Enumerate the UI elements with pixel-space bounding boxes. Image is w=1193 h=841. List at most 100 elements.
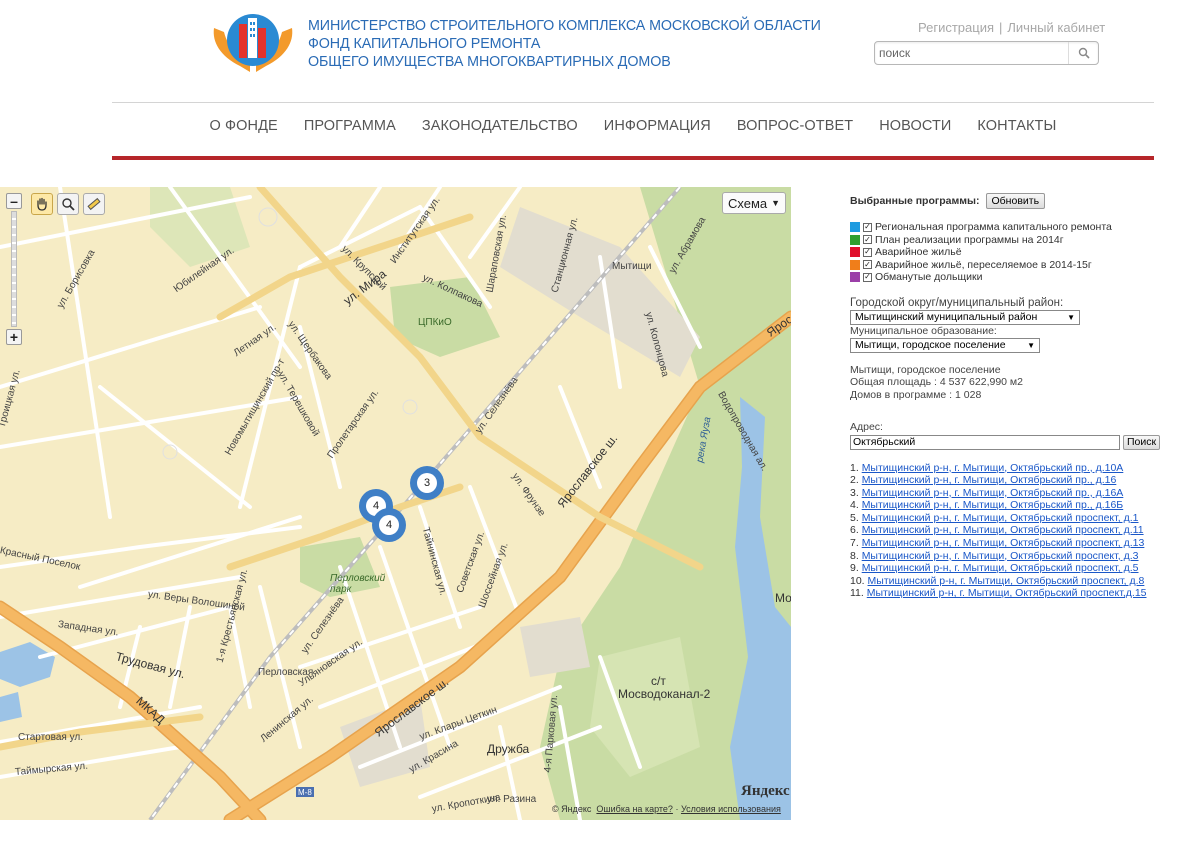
chevron-down-icon: ▼: [1067, 312, 1075, 322]
address-search-row: Поиск: [850, 434, 1170, 450]
result-num: 5.: [850, 511, 859, 524]
result-num: 10.: [850, 574, 865, 587]
program-checkbox[interactable]: ✓: [863, 247, 872, 257]
result-link[interactable]: Мытищинский р-н, г. Мытищи, Октябрьский …: [862, 487, 1124, 499]
nav-item-faq[interactable]: ВОПРОС-ОТВЕТ: [724, 118, 866, 134]
municipality-select[interactable]: Мытищи, городское поселение ▼: [850, 337, 1040, 353]
label-perlovsky-park: Перловский парк: [330, 573, 386, 595]
program-row[interactable]: ✓ Обманутые дольщики: [850, 271, 1170, 284]
nav-item-legislation[interactable]: ЗАКОНОДАТЕЛЬСТВО: [409, 118, 591, 134]
result-num: 6.: [850, 524, 859, 537]
link-separator: |: [999, 20, 1003, 35]
org-title-line-1: МИНИСТЕРСТВО СТРОИТЕЛЬНОГО КОМПЛЕКСА МОС…: [308, 18, 821, 34]
map[interactable]: ул. Мира Ярославское ш. Ярославское ш. Я…: [0, 187, 791, 820]
info-name: Мытищи, городское поселение: [850, 363, 1001, 376]
program-checkbox[interactable]: ✓: [863, 272, 872, 282]
map-cluster[interactable]: 4: [372, 508, 406, 542]
yandex-logo-text: Яндекс: [741, 783, 790, 799]
program-row[interactable]: ✓ План реализации программы на 2014г: [850, 234, 1170, 247]
result-link[interactable]: Мытищинский р-н, г. Мытищи, Октябрьский …: [862, 474, 1117, 486]
hand-tool-button[interactable]: [31, 193, 53, 215]
result-link[interactable]: Мытищинский р-н, г. Мытищи, Октябрьский …: [862, 499, 1124, 511]
main-nav: О ФОНДЕ ПРОГРАММА ЗАКОНОДАТЕЛЬСТВО ИНФОР…: [112, 118, 1154, 134]
refresh-button[interactable]: Обновить: [985, 193, 1046, 209]
zoom-area-icon: [62, 198, 75, 211]
nav-item-information[interactable]: ИНФОРМАЦИЯ: [591, 118, 724, 134]
result-item: 3. Мытищинский р-н, г. Мытищи, Октябрьск…: [850, 487, 1170, 500]
ruler-tool-button[interactable]: [83, 193, 105, 215]
program-checkbox[interactable]: ✓: [863, 235, 872, 245]
nav-item-news[interactable]: НОВОСТИ: [866, 118, 964, 134]
result-item: 4. Мытищинский р-н, г. Мытищи, Октябрьск…: [850, 499, 1170, 512]
result-num: 2.: [850, 474, 859, 487]
magnifier-tool-button[interactable]: [57, 193, 79, 215]
search-button[interactable]: [1068, 42, 1098, 64]
address-search-button[interactable]: Поиск: [1123, 434, 1161, 450]
zoom-slider[interactable]: [11, 211, 17, 327]
map-error-link[interactable]: Ошибка на карте?: [596, 804, 673, 814]
municipality-info: Мытищи, городское поселение Общая площад…: [850, 364, 1170, 402]
filter-panel: Выбранные программы: Обновить ✓ Региональ…: [850, 193, 1170, 600]
result-item: 5. Мытищинский р-н, г. Мытищи, Октябрьск…: [850, 512, 1170, 525]
info-houses: Домов в программе : 1 028: [850, 388, 982, 401]
program-label: Обманутые дольщики: [875, 271, 983, 284]
result-link[interactable]: Мытищинский р-н, г. Мытищи, Октябрьский …: [867, 587, 1147, 599]
cluster-count: 4: [379, 515, 399, 535]
org-title[interactable]: МИНИСТЕРСТВО СТРОИТЕЛЬНОГО КОМПЛЕКСА МОС…: [308, 17, 821, 71]
nav-red-bar: [112, 156, 1154, 160]
result-num: 11.: [850, 587, 864, 600]
label-mytishchi-station: Мытищи: [612, 261, 652, 272]
program-label: Аварийное жильё, переселяемое в 2014-15г: [875, 258, 1092, 271]
address-label: Адрес:: [850, 421, 883, 433]
result-item: 7. Мытищинский р-н, г. Мытищи, Октябрьск…: [850, 537, 1170, 550]
map-type-label: Схема: [727, 195, 768, 211]
register-link[interactable]: Регистрация: [918, 20, 994, 35]
result-link[interactable]: Мытищинский р-н, г. Мытищи, Октябрьский …: [862, 550, 1139, 562]
chevron-down-icon: ▼: [771, 198, 781, 208]
program-row[interactable]: ✓ Региональная программа капитального рем…: [850, 221, 1170, 234]
result-num: 1.: [850, 461, 859, 474]
program-label: План реализации программы на 2014г: [875, 233, 1064, 246]
hands-house-logo-icon[interactable]: [210, 10, 296, 74]
nav-item-program[interactable]: ПРОГРАММА: [291, 118, 409, 134]
program-row[interactable]: ✓ Аварийное жильё: [850, 246, 1170, 259]
search-results: 1. Мытищинский р-н, г. Мытищи, Октябрьск…: [850, 462, 1170, 601]
result-link[interactable]: Мытищинский р-н, г. Мытищи, Октябрьский …: [862, 537, 1145, 549]
program-row[interactable]: ✓ Аварийное жильё, переселяемое в 2014-15…: [850, 259, 1170, 272]
programs-legend: ✓ Региональная программа капитального рем…: [850, 221, 1170, 284]
map-type-select[interactable]: Схема ▼: [722, 192, 786, 214]
search-input[interactable]: [879, 44, 1064, 62]
result-item: 1. Мытищинский р-н, г. Мытищи, Октябрьск…: [850, 462, 1170, 475]
result-link[interactable]: Мытищинский р-н, г. Мытищи, Октябрьский …: [862, 562, 1139, 574]
result-link[interactable]: Мытищинский р-н, г. Мытищи, Октябрьский …: [862, 462, 1124, 474]
result-num: 7.: [850, 537, 859, 550]
district-select[interactable]: Мытищинский муниципальный район ▼: [850, 309, 1080, 325]
result-link[interactable]: Мытищинский р-н, г. Мытищи, Октябрьский …: [868, 575, 1145, 587]
header-divider: [112, 102, 1154, 103]
result-link[interactable]: Мытищинский р-н, г. Мытищи, Октябрьский …: [862, 524, 1144, 536]
programs-header: Выбранные программы: Обновить: [850, 193, 1170, 209]
address-input[interactable]: [850, 434, 1120, 450]
program-checkbox[interactable]: ✓: [863, 222, 872, 232]
cabinet-link[interactable]: Личный кабинет: [1007, 20, 1105, 35]
nav-item-contacts[interactable]: КОНТАКТЫ: [964, 118, 1069, 134]
map-cluster[interactable]: 3: [410, 466, 444, 500]
zoom-out-button[interactable]: –: [6, 193, 22, 209]
zoom-in-button[interactable]: +: [6, 329, 22, 345]
page: МИНИСТЕРСТВО СТРОИТЕЛЬНОГО КОМПЛЕКСА МОС…: [0, 0, 1193, 841]
result-num: 4.: [850, 499, 859, 512]
map-footer: © Яндекс Ошибка на карте? · Условия испо…: [552, 804, 781, 814]
map-terms-link[interactable]: Условия использования: [681, 804, 781, 814]
map-footer-dot: ·: [675, 804, 679, 814]
map-copyright: © Яндекс: [552, 804, 592, 814]
district-label: Городской округ/муниципальный район:: [850, 296, 1064, 309]
ruler-icon: [87, 197, 101, 211]
result-link[interactable]: Мытищинский р-н, г. Мытищи, Октябрьский …: [862, 512, 1139, 524]
result-item: 10. Мытищинский р-н, г. Мытищи, Октябрьс…: [850, 575, 1170, 588]
program-checkbox[interactable]: ✓: [863, 260, 872, 270]
program-color-swatch: [850, 247, 860, 258]
cluster-count: 3: [417, 473, 437, 493]
nav-item-about[interactable]: О ФОНДЕ: [197, 118, 291, 134]
result-item: 6. Мытищинский р-н, г. Мытищи, Октябрьск…: [850, 524, 1170, 537]
program-label: Аварийное жильё: [875, 246, 962, 259]
